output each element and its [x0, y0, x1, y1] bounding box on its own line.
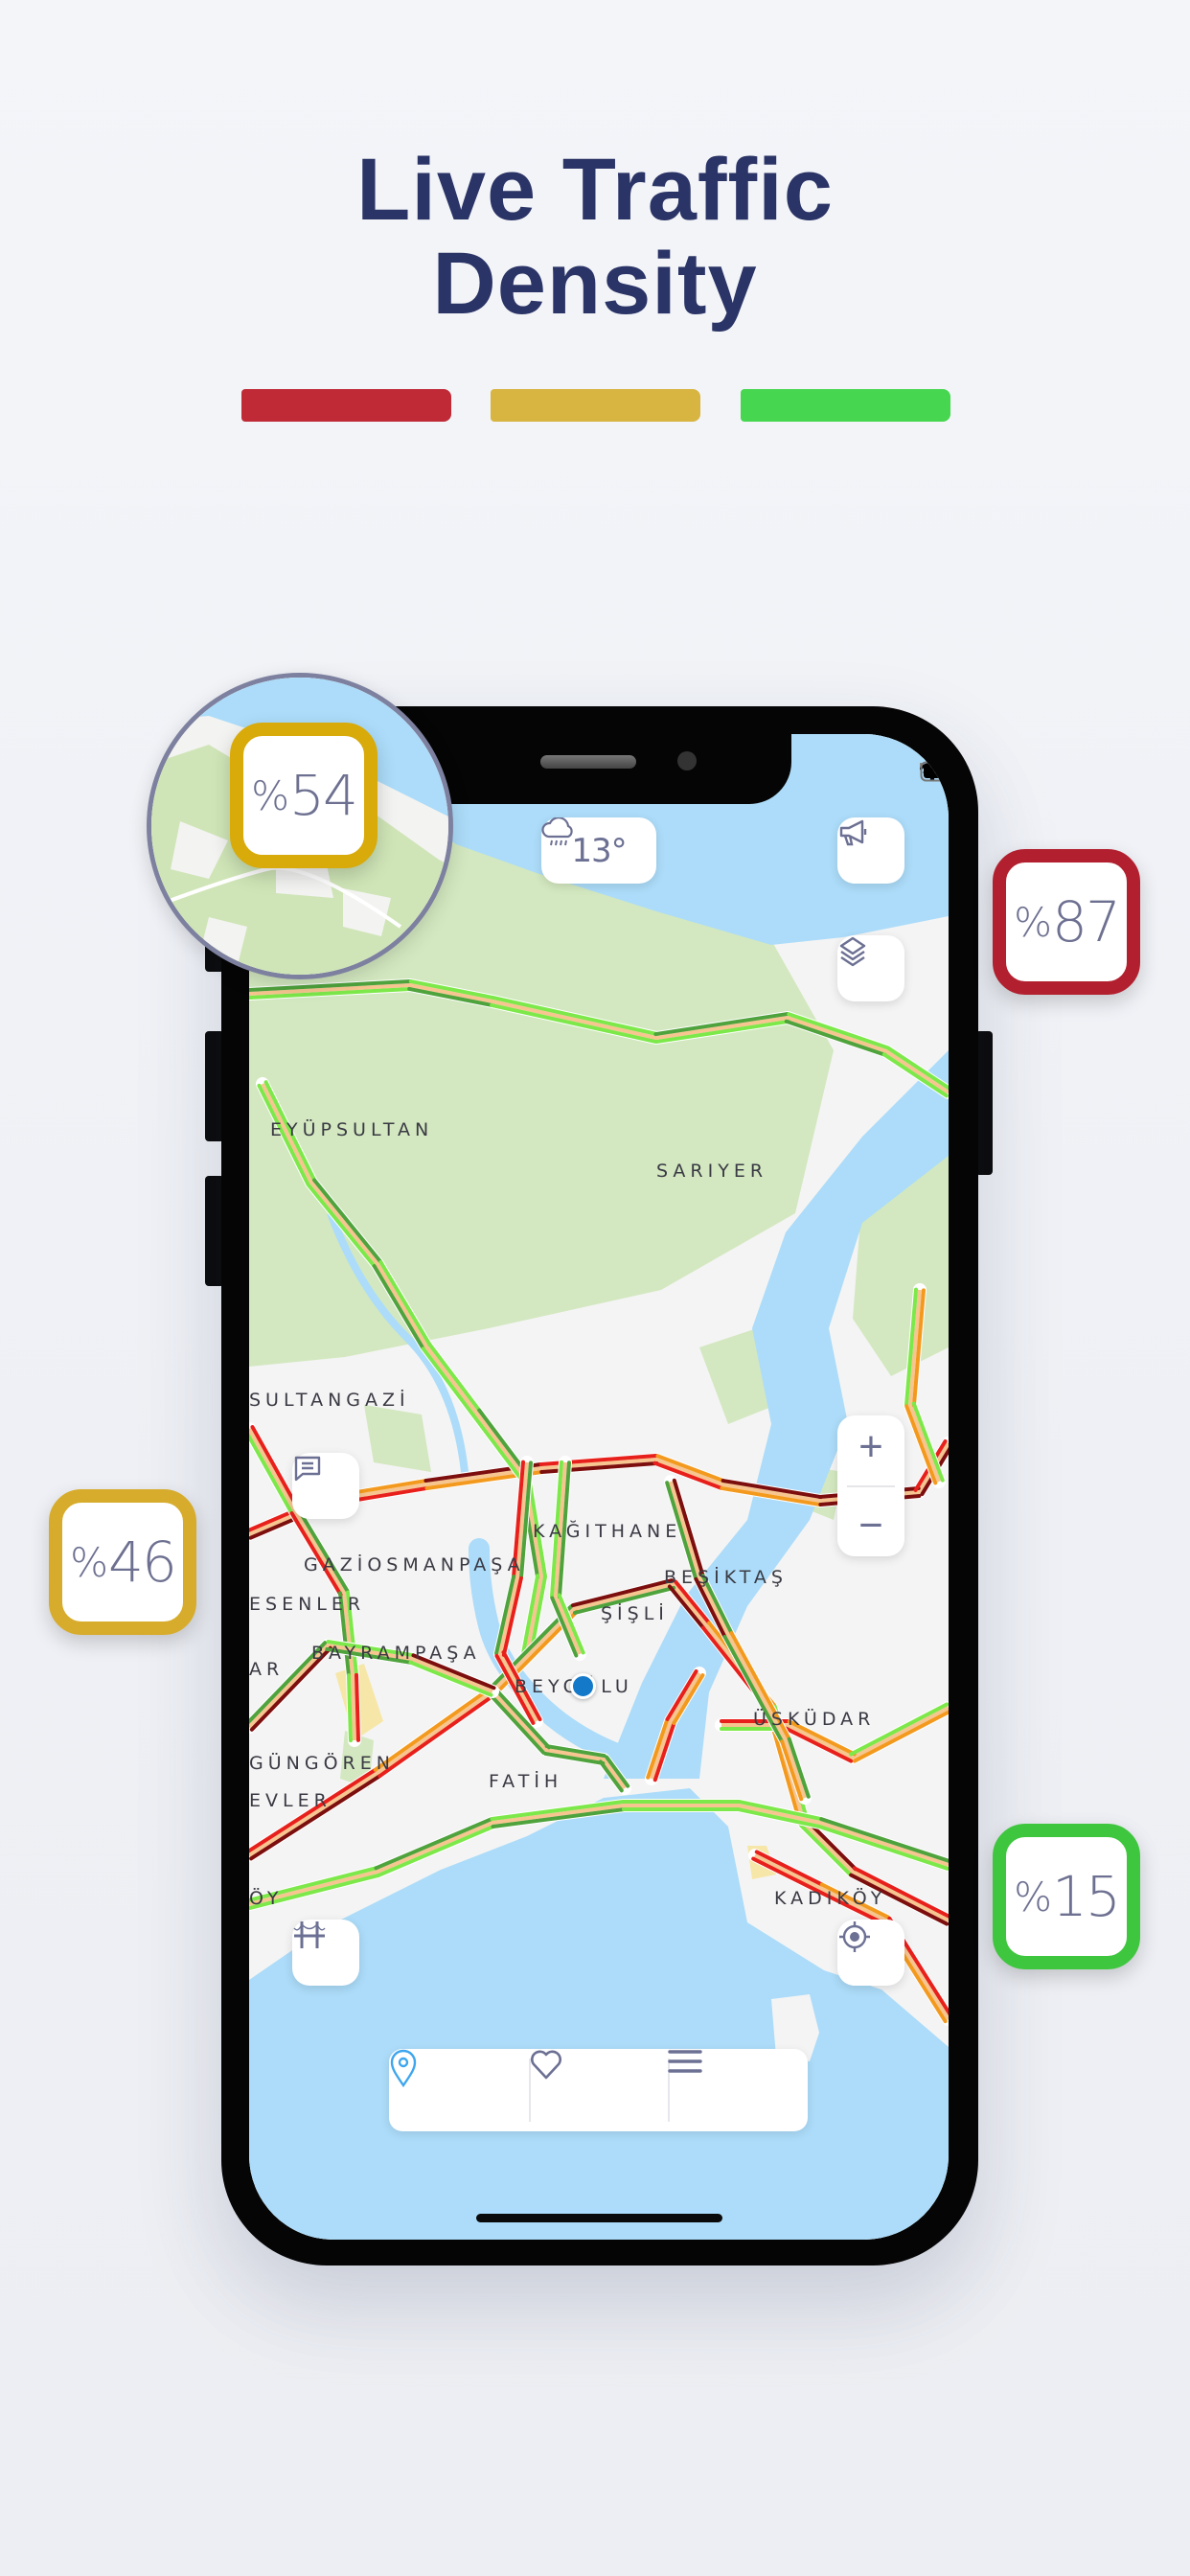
map-label: GÜNGÖREN [249, 1753, 395, 1774]
traffic-segment [354, 1672, 360, 1742]
percent-sign: % [251, 771, 289, 819]
bottom-nav [389, 2049, 808, 2131]
camera [677, 751, 697, 770]
map-label: FATİH [489, 1771, 563, 1792]
density-value: 15 [1052, 1864, 1121, 1929]
zoom-control: + − [837, 1415, 904, 1556]
map-label: ŞİŞLİ [601, 1603, 669, 1624]
traffic-segment-free [347, 1673, 354, 1743]
notch [394, 734, 791, 804]
headline-line2: Density [432, 235, 758, 333]
layers-icon [839, 936, 866, 967]
announcements-button[interactable] [837, 817, 904, 884]
map-label: SARIYER [656, 1161, 768, 1182]
nav-menu-button[interactable] [668, 2049, 808, 2131]
map-label: KAĞITHANE [533, 1521, 682, 1542]
map-label: SULTANGAZİ [249, 1390, 410, 1411]
speaker [540, 755, 636, 769]
map-label: KADIKÖY [774, 1888, 887, 1909]
density-value: 54 [289, 763, 358, 828]
weather-button[interactable]: 13° [541, 817, 656, 884]
density-badge: % 46 [49, 1489, 196, 1635]
bridges-button[interactable] [292, 1920, 359, 1986]
reports-button[interactable] [292, 1453, 359, 1519]
density-value: 87 [1052, 889, 1121, 954]
map-label: EYÜPSULTAN [270, 1119, 434, 1140]
map-pin-icon [390, 2049, 417, 2087]
weather-temperature: 13° [571, 831, 627, 870]
battery-icon [920, 761, 949, 782]
zoom-in-button[interactable]: + [858, 1423, 883, 1471]
locate-button[interactable] [837, 1920, 904, 1986]
percent-sign: % [70, 1538, 108, 1586]
map-label: BAYRAMPAŞA [311, 1643, 481, 1664]
legend-bar-heavy [241, 389, 451, 422]
crosshair-icon [839, 1921, 870, 1952]
legend-bar-light [741, 389, 950, 422]
zoom-divider [847, 1484, 895, 1487]
home-indicator[interactable] [476, 2214, 722, 2222]
bridge-icon [293, 1921, 326, 1948]
density-badge: % 87 [993, 849, 1140, 995]
map-label: BEŞİKTAŞ [664, 1567, 788, 1588]
zoom-out-button[interactable]: − [858, 1502, 883, 1550]
percent-sign: % [1014, 898, 1052, 946]
map-label: AR [249, 1659, 285, 1680]
chat-icon [294, 1456, 321, 1482]
megaphone-icon [839, 819, 867, 846]
layers-button[interactable] [837, 935, 904, 1001]
map-label: GAZİOSMANPAŞA [304, 1554, 525, 1576]
nav-favorites-button[interactable] [528, 2049, 669, 2131]
map-label: EVLER [249, 1790, 332, 1811]
cloud-rain-icon [541, 817, 573, 846]
map-label: ÖY [249, 1888, 284, 1909]
legend-bar-moderate [491, 389, 700, 422]
density-badge: % 15 [993, 1824, 1140, 1969]
headline-line1: Live Traffic [356, 141, 834, 239]
heart-icon [530, 2050, 561, 2080]
percent-sign: % [1014, 1873, 1052, 1920]
menu-icon [668, 2050, 703, 2073]
map-label: ÜSKÜDAR [753, 1709, 876, 1730]
density-value: 46 [108, 1530, 177, 1595]
nav-map-button[interactable] [389, 2049, 529, 2131]
map-label: ESENLER [249, 1594, 366, 1615]
density-badge: % 54 [230, 723, 378, 868]
current-location-dot [570, 1673, 596, 1699]
